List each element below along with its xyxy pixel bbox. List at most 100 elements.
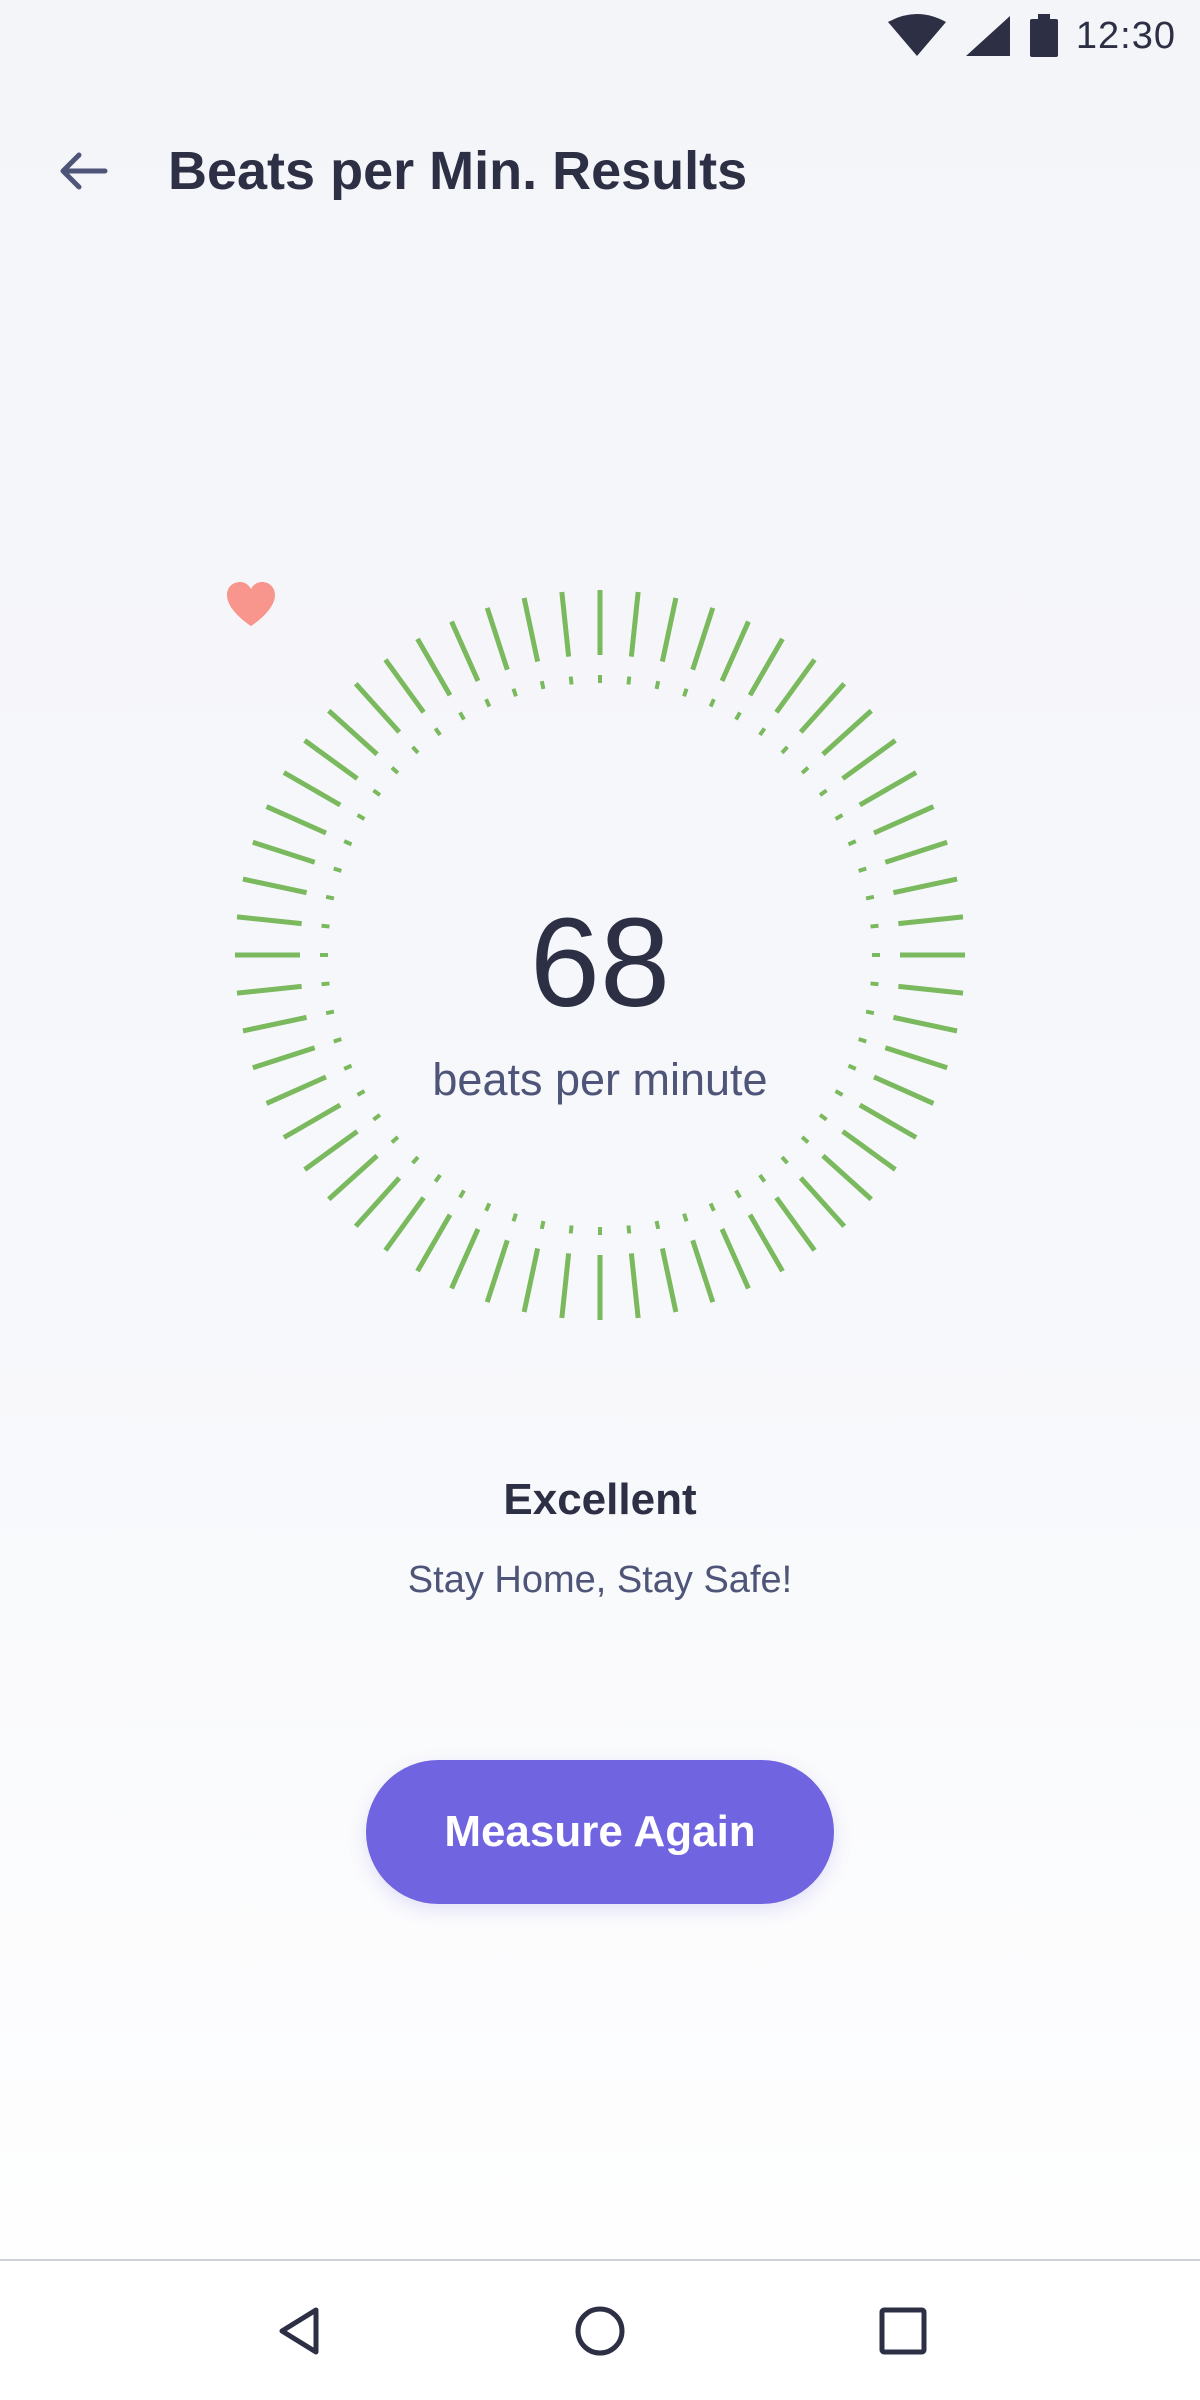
gauge-inner-tick — [511, 688, 518, 697]
nav-back-button[interactable] — [250, 2281, 350, 2381]
gauge-tick — [449, 620, 481, 682]
heart-icon — [227, 582, 275, 626]
page-title: Beats per Min. Results — [168, 141, 748, 201]
gauge-tick — [858, 770, 918, 808]
gauge-inner-tick — [539, 1220, 546, 1230]
gauge-tick — [415, 1213, 453, 1273]
gauge-tick — [747, 1213, 785, 1273]
gauge-tick — [719, 1228, 751, 1290]
gauge-tick — [798, 1176, 847, 1228]
gauge-inner-tick — [411, 745, 420, 755]
gauge-tick — [521, 1247, 541, 1313]
gauge-tick — [747, 637, 785, 697]
gauge-inner-tick — [568, 676, 574, 685]
gauge-inner-tick — [333, 866, 342, 873]
gauge-tick — [690, 1239, 716, 1303]
nav-home-icon — [575, 2306, 625, 2356]
gauge-tick — [858, 1102, 918, 1140]
result-subtitle: Stay Home, Stay Safe! — [407, 1559, 793, 1601]
gauge-tick — [841, 1129, 897, 1172]
gauge-tick — [559, 1253, 572, 1319]
gauge-tick — [821, 708, 873, 757]
gauge-inner-tick — [758, 1173, 767, 1183]
gauge-tick — [841, 738, 897, 781]
gauge-inner-tick — [484, 698, 492, 708]
gauge-inner-tick — [654, 1220, 661, 1230]
gauge-tick — [821, 1153, 873, 1202]
gauge-inner-tick — [343, 839, 353, 847]
gauge-inner-tick — [800, 766, 810, 775]
gauge-inner-tick — [858, 1037, 867, 1044]
gauge-inner-tick — [847, 839, 857, 847]
wifi-icon — [887, 14, 946, 56]
gauge-inner-tick — [411, 1155, 420, 1165]
gauge-tick — [884, 839, 948, 865]
nav-back-icon — [279, 2307, 319, 2355]
result-title: Excellent — [503, 1475, 697, 1524]
gauge-tick — [798, 682, 847, 734]
gauge-inner-tick — [858, 866, 867, 873]
gauge-inner-tick — [734, 1189, 742, 1199]
gauge-inner-tick — [458, 1189, 466, 1199]
arrow-left-icon — [60, 152, 108, 190]
gauge-inner-tick — [568, 1225, 574, 1234]
gauge-inner-tick — [372, 1113, 382, 1122]
gauge-inner-tick — [626, 676, 632, 685]
bpm-unit: beats per minute — [432, 1054, 768, 1105]
battery-icon — [1029, 14, 1058, 57]
gauge-tick — [484, 1239, 510, 1303]
gauge-inner-tick — [734, 711, 742, 721]
status-time: 12:30 — [1075, 14, 1176, 57]
gauge-tick — [659, 597, 679, 663]
gauge-tick — [265, 804, 327, 836]
status-icons: 12:30 — [886, 14, 1176, 58]
gauge-tick — [628, 1253, 641, 1319]
gauge-inner-tick — [708, 1202, 716, 1212]
header: Beats per Min. Results — [0, 110, 1200, 210]
gauge-inner-tick — [654, 680, 661, 690]
heart-rate-gauge: 68 beats per minute — [225, 580, 975, 1330]
gauge-tick — [484, 607, 510, 671]
gauge-tick — [252, 839, 316, 865]
nav-recents-icon — [879, 2307, 927, 2355]
gauge-tick — [449, 1228, 481, 1290]
gauge-tick — [774, 1196, 817, 1252]
gauge-inner-tick — [458, 711, 466, 721]
gauge-inner-tick — [539, 680, 546, 690]
nav-home-button[interactable] — [550, 2281, 650, 2381]
gauge-inner-tick — [758, 727, 767, 737]
gauge-inner-tick — [390, 1135, 400, 1144]
gauge-tick — [242, 876, 308, 896]
gauge-tick — [282, 1102, 342, 1140]
gauge-inner-tick — [708, 698, 716, 708]
gauge-tick — [521, 597, 541, 663]
gauge-tick — [327, 708, 379, 757]
gauge-tick — [415, 637, 453, 697]
nav-recents-button[interactable] — [853, 2281, 953, 2381]
gauge-tick — [327, 1153, 379, 1202]
gauge-tick — [353, 682, 402, 734]
gauge-inner-tick — [333, 1037, 342, 1044]
gauge-inner-tick — [484, 1202, 492, 1212]
back-button[interactable] — [38, 126, 128, 216]
gauge-inner-tick — [433, 1173, 442, 1183]
gauge-inner-tick — [390, 766, 400, 775]
gauge-tick — [774, 658, 817, 714]
gauge-inner-tick — [682, 1213, 689, 1222]
gauge-tick — [353, 1176, 402, 1228]
gauge-tick — [628, 591, 641, 657]
gauge-tick — [690, 607, 716, 671]
gauge-inner-tick — [780, 745, 789, 755]
gauge-inner-tick — [800, 1135, 810, 1144]
signal-icon — [965, 16, 1010, 56]
gauge-tick — [873, 804, 935, 836]
measure-again-button[interactable]: Measure Again — [366, 1760, 834, 1904]
gauge-inner-tick — [372, 788, 382, 797]
gauge-tick — [383, 658, 426, 714]
gauge-inner-tick — [356, 813, 366, 821]
gauge-tick — [719, 620, 751, 682]
gauge-tick — [303, 1129, 359, 1172]
gauge-inner-tick — [780, 1155, 789, 1165]
gauge-inner-tick — [818, 1113, 828, 1122]
gauge-tick — [659, 1247, 679, 1313]
